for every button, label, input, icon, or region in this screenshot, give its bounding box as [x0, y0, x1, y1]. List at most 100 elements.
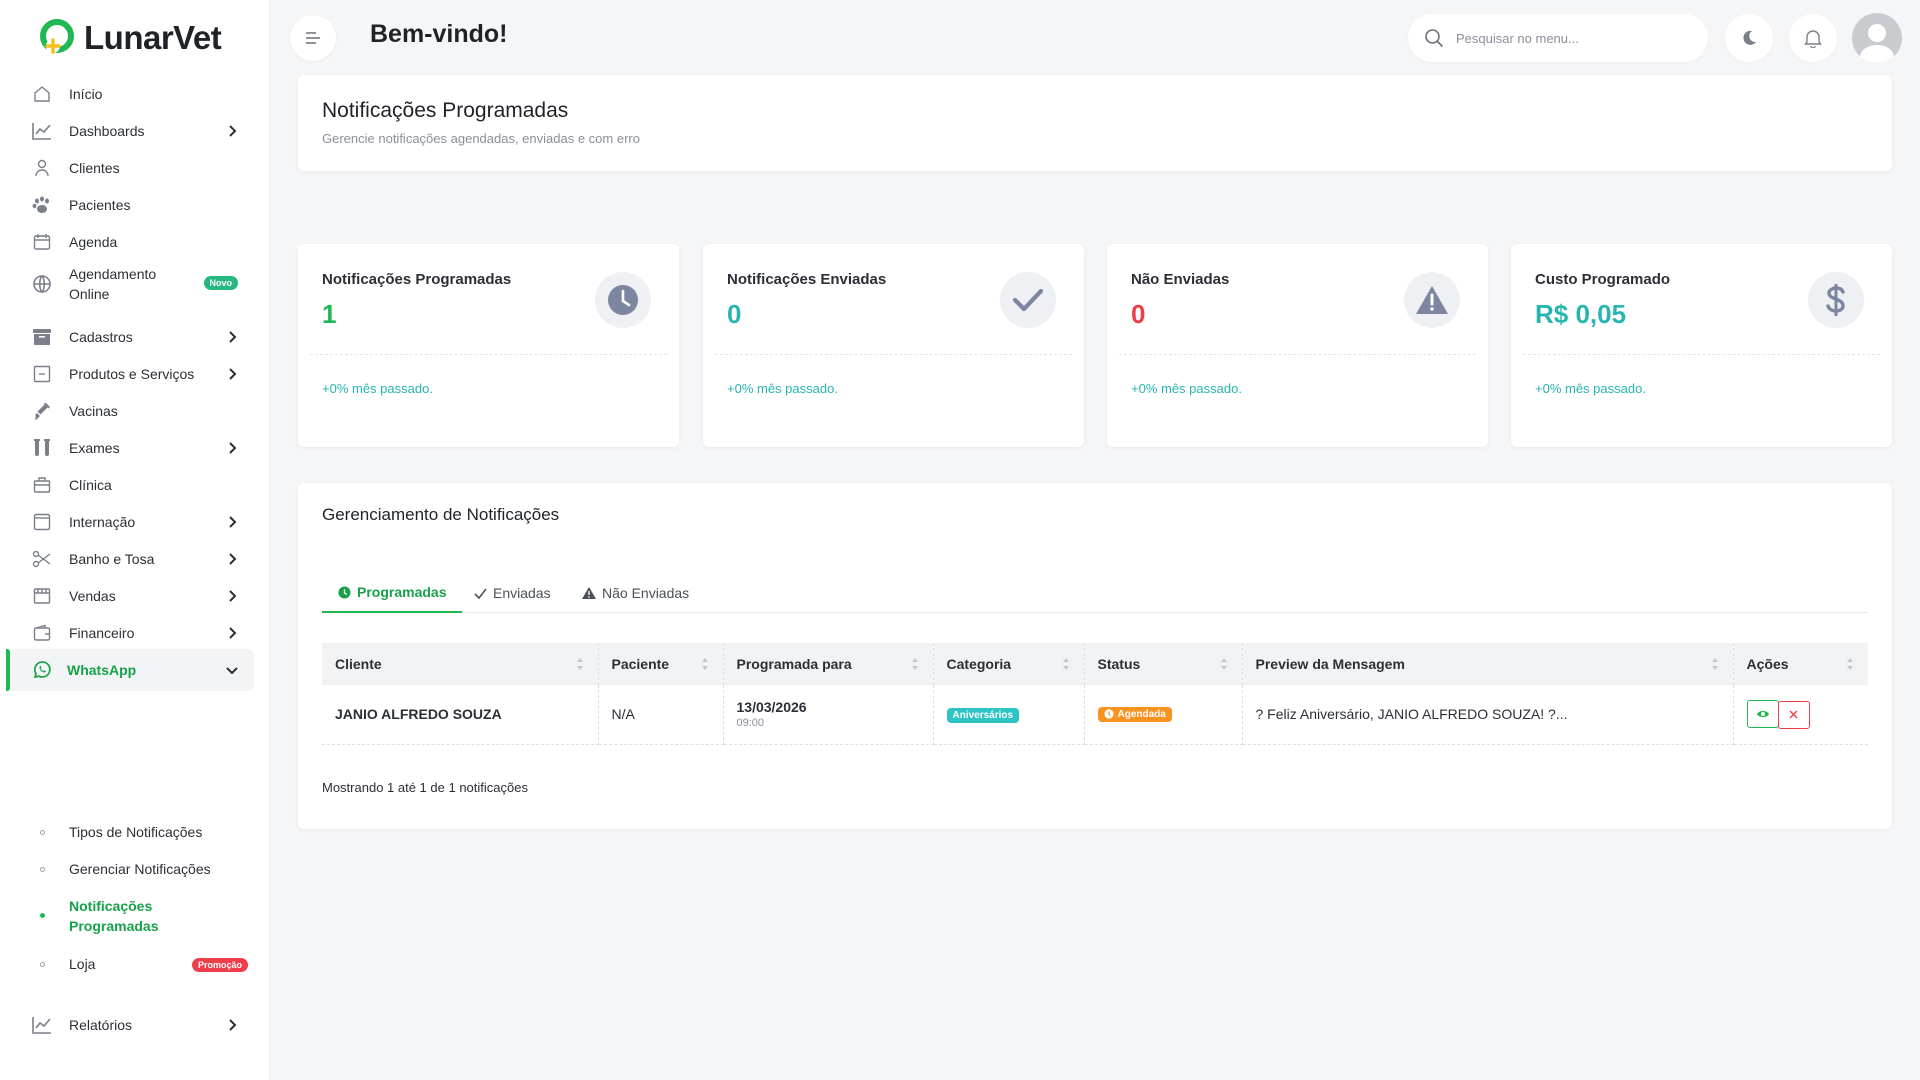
- sidebar-item-clientes[interactable]: Clientes: [6, 147, 254, 189]
- wallet-icon: [32, 623, 52, 643]
- sidebar-item-label: Internação: [69, 514, 136, 530]
- bullet-icon: [40, 962, 45, 967]
- management-card: Gerenciamento de Notificações Programada…: [298, 483, 1892, 829]
- search-icon: [1425, 29, 1444, 48]
- sidebar-item-financeiro[interactable]: Financeiro: [6, 612, 254, 654]
- stat-trend: +0% mês passado.: [322, 381, 433, 396]
- cell-cliente: JANIO ALFREDO SOUZA: [322, 685, 599, 745]
- stat-trend: +0% mês passado.: [727, 381, 838, 396]
- stat-card-enviadas: Notificações Enviadas 0 +0% mês passado.: [703, 244, 1084, 447]
- bullet-icon: [40, 867, 45, 872]
- search-input[interactable]: [1456, 30, 1676, 46]
- sidebar-item-label: WhatsApp: [67, 662, 137, 678]
- submenu-item-programadas[interactable]: Notificações Programadas: [0, 896, 256, 936]
- status-label: Agendada: [1117, 708, 1166, 720]
- column-header-acoes[interactable]: Ações: [1733, 643, 1868, 685]
- sidebar-item-agendamento-online[interactable]: Agendamento Online Novo: [6, 258, 254, 310]
- window-icon: [32, 512, 52, 532]
- sidebar-item-banho-tosa[interactable]: Banho e Tosa: [6, 538, 254, 580]
- column-header-categoria[interactable]: Categoria: [933, 643, 1085, 685]
- sidebar-item-label: Dashboards: [69, 123, 145, 139]
- submenu-item-gerenciar[interactable]: Gerenciar Notificações: [0, 859, 256, 879]
- menu-toggle-button[interactable]: [290, 15, 336, 61]
- tab-programadas[interactable]: Programadas: [322, 573, 463, 613]
- test-tube-icon: [32, 438, 52, 458]
- theme-toggle-button[interactable]: [1725, 14, 1773, 62]
- chevron-right-icon: [229, 590, 237, 602]
- sidebar-item-label: Produtos e Serviços: [69, 366, 195, 382]
- cell-status: Agendada: [1084, 685, 1243, 745]
- submenu-item-loja[interactable]: Loja Promoção: [0, 954, 256, 974]
- submenu-item-label: Tipos de Notificações: [69, 824, 203, 840]
- warning-icon: [1404, 272, 1460, 328]
- sidebar-item-inicio[interactable]: Início: [6, 73, 254, 115]
- topbar: Bem-vindo!: [270, 0, 1920, 75]
- stat-value: R$ 0,05: [1535, 299, 1627, 329]
- syringe-icon: [32, 401, 52, 421]
- sidebar-item-label: Agendamento Online: [69, 266, 157, 302]
- column-header-preview[interactable]: Preview da Mensagem: [1242, 643, 1734, 685]
- column-header-label: Ações: [1746, 656, 1789, 672]
- sidebar: LunarVet Início Dashboards Clientes Paci…: [0, 0, 270, 1080]
- stat-label: Custo Programado: [1535, 271, 1671, 288]
- chevron-right-icon: [229, 627, 237, 639]
- page-title: Notificações Programadas: [322, 99, 569, 122]
- new-badge: Novo: [203, 276, 238, 290]
- avatar[interactable]: [1852, 13, 1902, 63]
- sidebar-item-relatorios[interactable]: Relatórios: [6, 1004, 254, 1046]
- sidebar-item-vendas[interactable]: Vendas: [6, 575, 254, 617]
- view-button[interactable]: [1746, 700, 1779, 728]
- sidebar-item-internacao[interactable]: Internação: [6, 501, 254, 543]
- stat-trend: +0% mês passado.: [1131, 381, 1242, 396]
- scheduled-time: 09:00: [736, 717, 765, 730]
- bell-icon: [1804, 30, 1822, 48]
- stat-value: 0: [1131, 299, 1146, 329]
- submenu-item-tipos[interactable]: Tipos de Notificações: [0, 822, 256, 842]
- tab-enviadas[interactable]: Enviadas: [474, 573, 551, 613]
- sidebar-item-dashboards[interactable]: Dashboards: [6, 110, 254, 152]
- tab-label: Não Enviadas: [602, 585, 690, 601]
- chevron-right-icon: [229, 1019, 237, 1031]
- sidebar-item-whatsapp[interactable]: WhatsApp: [6, 649, 254, 691]
- column-header-label: Categoria: [946, 656, 1012, 672]
- tab-nao-enviadas[interactable]: Não Enviadas: [582, 573, 689, 613]
- search-box[interactable]: [1408, 14, 1708, 62]
- chevron-right-icon: [229, 442, 237, 454]
- notifications-button[interactable]: [1789, 14, 1837, 62]
- home-icon: [32, 84, 52, 104]
- sidebar-item-clinica[interactable]: Clínica: [6, 464, 254, 506]
- eye-icon: [1756, 711, 1769, 717]
- page-header-card: Notificações Programadas Gerencie notifi…: [298, 75, 1892, 171]
- stat-value: 0: [727, 299, 742, 329]
- sort-icon: [911, 658, 918, 670]
- clock-icon: [338, 585, 351, 599]
- cell-paciente: N/A: [598, 685, 724, 745]
- pagination-info: Mostrando 1 até 1 de 1 notificações: [322, 780, 528, 795]
- sidebar-item-label: Relatórios: [69, 1017, 133, 1033]
- sidebar-item-label: Pacientes: [69, 197, 131, 213]
- column-header-paciente[interactable]: Paciente: [598, 643, 724, 685]
- sidebar-item-vacinas[interactable]: Vacinas: [6, 390, 254, 432]
- cancel-button[interactable]: [1777, 700, 1810, 729]
- bullet-icon: [40, 830, 45, 835]
- clock-icon: [595, 272, 651, 328]
- sidebar-item-cadastros[interactable]: Cadastros: [6, 316, 254, 358]
- sidebar-item-produtos[interactable]: Produtos e Serviços: [6, 353, 254, 395]
- menu-icon: [306, 32, 320, 44]
- sidebar-item-exames[interactable]: Exames: [6, 427, 254, 469]
- report-icon: [32, 1015, 52, 1035]
- whatsapp-icon: [32, 660, 52, 680]
- column-header-cliente[interactable]: Cliente: [322, 643, 599, 685]
- user-icon: [32, 158, 52, 178]
- scheduled-date: 13/03/2026: [736, 699, 807, 716]
- promo-badge: Promoção: [191, 958, 248, 972]
- stat-card-custo: Custo Programado R$ 0,05 +0% mês passado…: [1511, 244, 1892, 447]
- chevron-right-icon: [229, 516, 237, 528]
- sidebar-item-label: Cadastros: [69, 329, 133, 345]
- sidebar-item-agenda[interactable]: Agenda: [6, 221, 254, 263]
- warning-icon: [582, 587, 596, 599]
- column-header-status[interactable]: Status: [1084, 643, 1243, 685]
- logo[interactable]: LunarVet: [38, 16, 222, 60]
- sidebar-item-pacientes[interactable]: Pacientes: [6, 184, 254, 226]
- column-header-programada[interactable]: Programada para: [723, 643, 934, 685]
